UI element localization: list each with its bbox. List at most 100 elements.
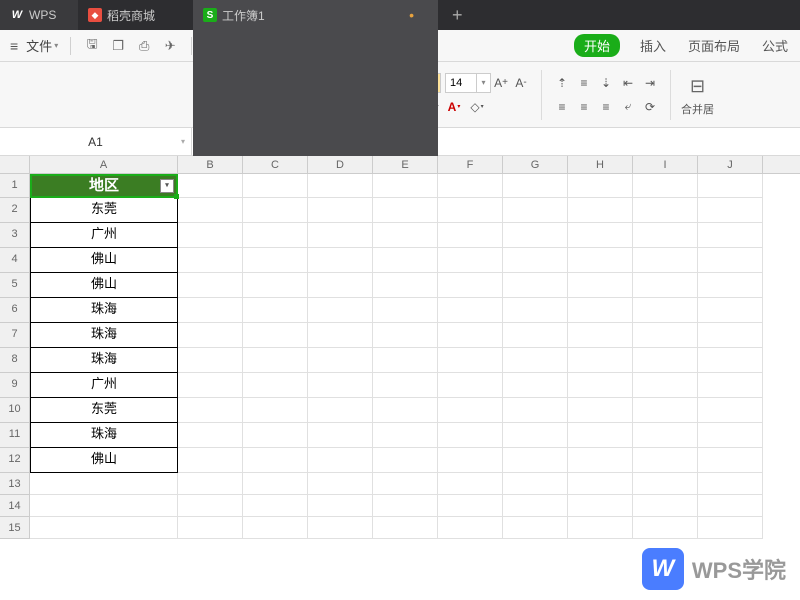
font-color-button[interactable]: A▾ [444, 97, 464, 117]
cell-I10[interactable] [633, 398, 698, 423]
cell-C8[interactable] [243, 348, 308, 373]
cell-F15[interactable] [438, 517, 503, 539]
cell-I13[interactable] [633, 473, 698, 495]
cell-G2[interactable] [503, 198, 568, 223]
cell-J9[interactable] [698, 373, 763, 398]
cell-F5[interactable] [438, 273, 503, 298]
cell-J4[interactable] [698, 248, 763, 273]
cell-F12[interactable] [438, 448, 503, 473]
cell-H14[interactable] [568, 495, 633, 517]
cell-G11[interactable] [503, 423, 568, 448]
save-icon[interactable]: 🖫 [83, 37, 101, 55]
align-bottom-icon[interactable]: ⇣ [596, 73, 616, 93]
cell-A14[interactable] [30, 495, 178, 517]
cell-H8[interactable] [568, 348, 633, 373]
cell-G3[interactable] [503, 223, 568, 248]
align-center-icon[interactable]: ≡ [574, 97, 594, 117]
cell-C12[interactable] [243, 448, 308, 473]
cell-J14[interactable] [698, 495, 763, 517]
cell-A3[interactable]: 广州 [30, 223, 178, 248]
cell-H10[interactable] [568, 398, 633, 423]
cell-B7[interactable] [178, 323, 243, 348]
cell-F7[interactable] [438, 323, 503, 348]
cell-E5[interactable] [373, 273, 438, 298]
cell-I15[interactable] [633, 517, 698, 539]
cell-G7[interactable] [503, 323, 568, 348]
cell-D6[interactable] [308, 298, 373, 323]
cell-F13[interactable] [438, 473, 503, 495]
cell-F6[interactable] [438, 298, 503, 323]
cell-B14[interactable] [178, 495, 243, 517]
cell-E15[interactable] [373, 517, 438, 539]
cell-B2[interactable] [178, 198, 243, 223]
cell-H11[interactable] [568, 423, 633, 448]
tab-wps[interactable]: W WPS [0, 0, 78, 30]
cell-C15[interactable] [243, 517, 308, 539]
cell-J8[interactable] [698, 348, 763, 373]
cell-A1[interactable]: 地区▾ [30, 174, 178, 198]
cell-E11[interactable] [373, 423, 438, 448]
cell-C9[interactable] [243, 373, 308, 398]
merge-group[interactable]: ⊟ 合并居 [681, 72, 714, 117]
cell-J5[interactable] [698, 273, 763, 298]
row-header[interactable]: 15 [0, 517, 30, 539]
cell-E3[interactable] [373, 223, 438, 248]
row-header[interactable]: 13 [0, 473, 30, 495]
cell-H12[interactable] [568, 448, 633, 473]
cell-D8[interactable] [308, 348, 373, 373]
tab-daoke[interactable]: ◆ 稻壳商城 [78, 0, 193, 30]
cell-D3[interactable] [308, 223, 373, 248]
cell-I6[interactable] [633, 298, 698, 323]
cell-G4[interactable] [503, 248, 568, 273]
cell-E1[interactable] [373, 174, 438, 198]
col-header-G[interactable]: G [503, 156, 568, 173]
cell-D1[interactable] [308, 174, 373, 198]
cell-A8[interactable]: 珠海 [30, 348, 178, 373]
cell-E4[interactable] [373, 248, 438, 273]
col-header-J[interactable]: J [698, 156, 763, 173]
cell-E8[interactable] [373, 348, 438, 373]
align-left-icon[interactable]: ≡ [552, 97, 572, 117]
cell-D2[interactable] [308, 198, 373, 223]
cell-E7[interactable] [373, 323, 438, 348]
cell-A10[interactable]: 东莞 [30, 398, 178, 423]
cell-H5[interactable] [568, 273, 633, 298]
wrap-text-icon[interactable]: ⤶ [618, 97, 638, 117]
cell-G1[interactable] [503, 174, 568, 198]
cell-G5[interactable] [503, 273, 568, 298]
cell-G13[interactable] [503, 473, 568, 495]
cell-D9[interactable] [308, 373, 373, 398]
cell-B9[interactable] [178, 373, 243, 398]
cell-D10[interactable] [308, 398, 373, 423]
col-header-E[interactable]: E [373, 156, 438, 173]
cell-H4[interactable] [568, 248, 633, 273]
cell-H9[interactable] [568, 373, 633, 398]
cell-B13[interactable] [178, 473, 243, 495]
row-header[interactable]: 10 [0, 398, 30, 423]
cell-I8[interactable] [633, 348, 698, 373]
cell-D4[interactable] [308, 248, 373, 273]
cell-B6[interactable] [178, 298, 243, 323]
cell-F1[interactable] [438, 174, 503, 198]
cell-A9[interactable]: 广州 [30, 373, 178, 398]
row-header[interactable]: 11 [0, 423, 30, 448]
cell-H6[interactable] [568, 298, 633, 323]
cell-C13[interactable] [243, 473, 308, 495]
col-header-H[interactable]: H [568, 156, 633, 173]
cell-B4[interactable] [178, 248, 243, 273]
cell-D5[interactable] [308, 273, 373, 298]
cell-I3[interactable] [633, 223, 698, 248]
cell-A13[interactable] [30, 473, 178, 495]
clear-format-button[interactable]: ◇▾ [467, 97, 487, 117]
cell-C7[interactable] [243, 323, 308, 348]
cell-C5[interactable] [243, 273, 308, 298]
cell-B12[interactable] [178, 448, 243, 473]
cell-F10[interactable] [438, 398, 503, 423]
cell-J12[interactable] [698, 448, 763, 473]
col-header-F[interactable]: F [438, 156, 503, 173]
row-header[interactable]: 3 [0, 223, 30, 248]
cell-G6[interactable] [503, 298, 568, 323]
cell-G10[interactable] [503, 398, 568, 423]
print-preview-icon[interactable]: ❐ [109, 37, 127, 55]
cell-J3[interactable] [698, 223, 763, 248]
